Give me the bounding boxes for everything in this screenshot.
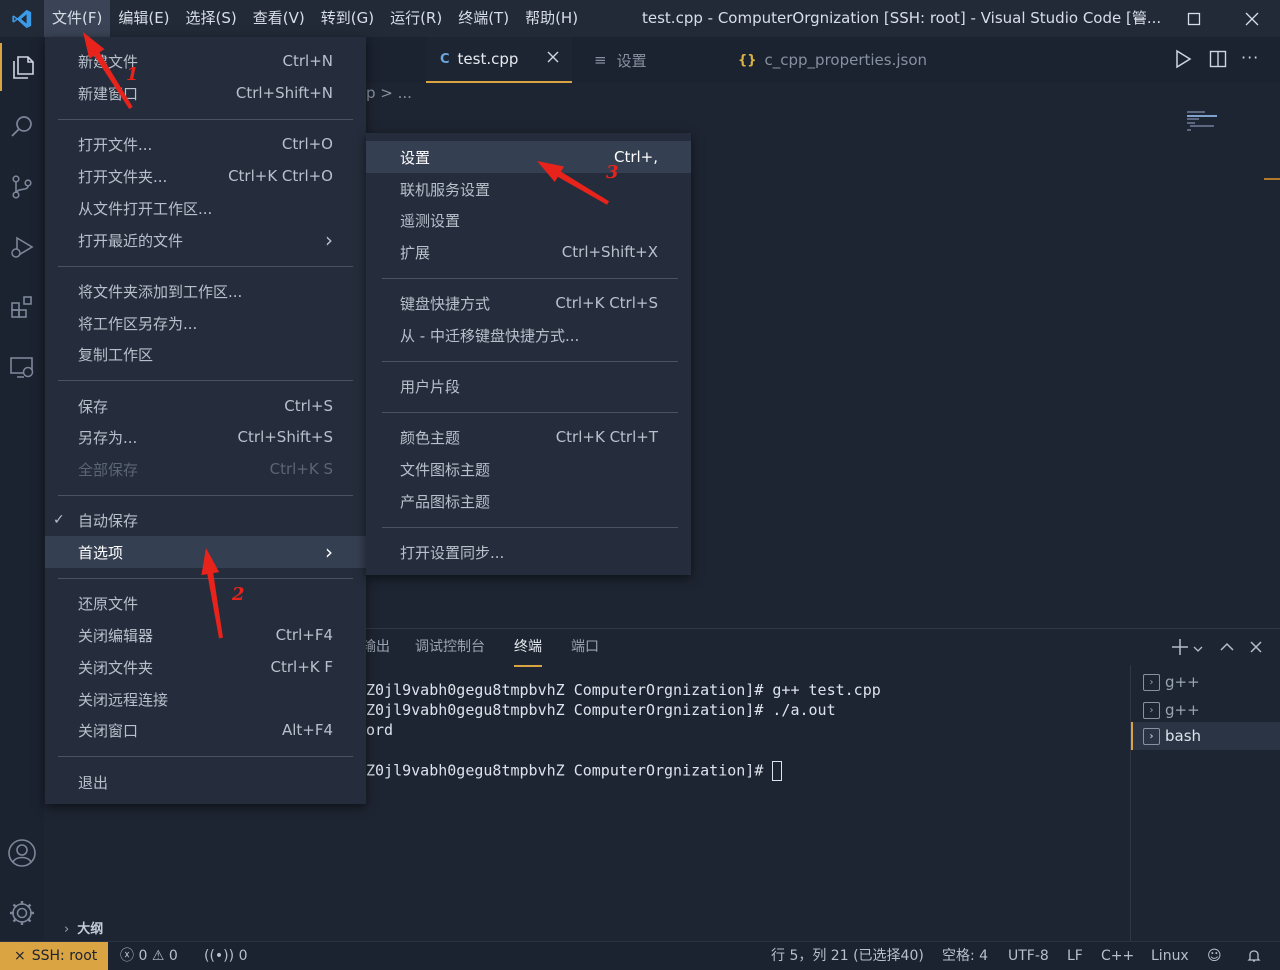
- annotation-number: 3: [606, 162, 619, 183]
- annotation-number: 2: [231, 584, 245, 605]
- annotation-arrow-2: [201, 548, 223, 639]
- annotation-number: 1: [126, 64, 139, 85]
- annotation-arrows: 1 2 3: [83, 32, 619, 639]
- annotation-arrow-3: [537, 161, 610, 205]
